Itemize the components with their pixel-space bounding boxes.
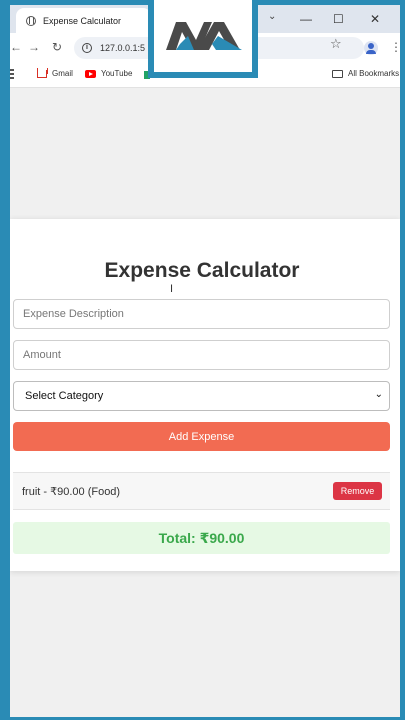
chevron-down-icon: ⌄ [374, 389, 383, 400]
minimize-button[interactable]: — [300, 12, 312, 26]
expense-description-input[interactable] [13, 299, 390, 329]
bookmark-youtube[interactable]: YouTube [85, 69, 132, 78]
tab-search-icon[interactable]: ⌄ [268, 11, 276, 22]
menu-kebab-icon[interactable]: ⋮ [390, 40, 400, 54]
maximize-button[interactable]: ☐ [333, 12, 344, 26]
total-display: Total: ₹90.00 [13, 522, 390, 554]
bookmark-star-icon[interactable]: ☆ [330, 36, 342, 52]
logo-mark [166, 22, 242, 50]
amount-input[interactable] [13, 340, 390, 370]
channel-logo [148, 0, 258, 78]
forward-icon[interactable]: → [28, 40, 40, 54]
site-info-icon[interactable]: i [82, 43, 92, 53]
apps-icon[interactable] [10, 69, 14, 79]
expense-item-text: fruit - ₹90.00 (Food) [22, 486, 121, 498]
profile-icon[interactable] [364, 41, 378, 55]
tab-title: Expense Calculator [43, 15, 122, 26]
all-bookmarks-label: All Bookmarks [348, 69, 400, 78]
expense-calculator-card: Expense Calculator I Select Category ⌄ A… [10, 219, 400, 571]
page-title: Expense Calculator [104, 259, 300, 282]
url-text-start: 127.0.0.1:5 [100, 43, 146, 53]
folder-icon [332, 69, 343, 78]
youtube-icon [85, 69, 96, 78]
category-select[interactable]: Select Category ⌄ [13, 381, 390, 411]
back-icon[interactable]: ← [10, 40, 22, 54]
expense-list-item: fruit - ₹90.00 (Food) Remove [13, 472, 390, 510]
browser-tab[interactable]: Expense Calculator [16, 8, 151, 33]
browser-window: Expense Calculator ⌄ — ☐ ✕ ← → ↻ i 127.0… [10, 5, 400, 717]
add-expense-button[interactable]: Add Expense [13, 422, 390, 451]
globe-icon [26, 15, 36, 26]
bookmark-gmail[interactable]: Gmail [37, 69, 73, 78]
gmail-icon [37, 69, 47, 78]
bookmark-label: YouTube [101, 69, 133, 78]
reload-icon[interactable]: ↻ [52, 40, 62, 54]
remove-expense-button[interactable]: Remove [333, 482, 382, 500]
bookmark-label: Gmail [52, 69, 73, 78]
all-bookmarks[interactable]: All Bookmarks [332, 69, 399, 78]
category-selected-value: Select Category [25, 390, 104, 402]
close-button[interactable]: ✕ [370, 12, 380, 26]
logo-background [154, 0, 252, 72]
text-cursor-icon: I [170, 283, 174, 295]
